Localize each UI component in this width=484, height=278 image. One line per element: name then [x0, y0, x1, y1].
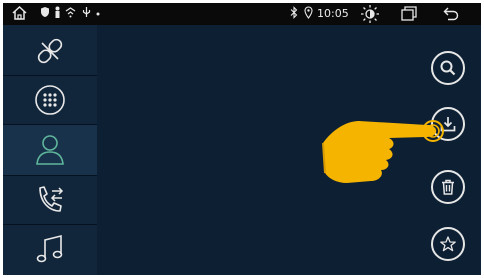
usb-icon [82, 7, 91, 17]
search-button[interactable] [431, 51, 465, 85]
back-icon[interactable] [443, 6, 459, 21]
music-icon [36, 234, 63, 263]
location-icon [304, 6, 313, 19]
recent-apps-icon[interactable] [401, 6, 417, 21]
sidebar-item-link[interactable] [3, 27, 97, 76]
contacts-icon [36, 135, 64, 165]
call-log-icon [39, 186, 64, 212]
sidebar [3, 25, 99, 275]
dot-icon [96, 12, 100, 16]
search-icon [440, 60, 456, 76]
favorite-button[interactable] [431, 227, 465, 261]
star-icon [440, 236, 456, 252]
link-icon [37, 38, 63, 64]
bluetooth-icon [290, 6, 298, 19]
person-icon [55, 6, 60, 18]
sidebar-item-music[interactable] [3, 225, 97, 273]
clock-time: 10:05 [317, 7, 349, 20]
dialpad-icon [35, 85, 65, 115]
home-icon[interactable] [11, 5, 28, 21]
sidebar-item-dialpad[interactable] [3, 76, 97, 125]
brightness-icon[interactable] [360, 4, 380, 24]
sidebar-item-contacts[interactable] [3, 125, 99, 176]
shield-icon [41, 7, 49, 17]
signal-icon [65, 7, 76, 18]
status-bar: 10:05 [3, 3, 481, 25]
pointing-hand-icon [322, 120, 444, 183]
phone-app-screen: 10:05 [3, 3, 481, 275]
sidebar-item-call-log[interactable] [3, 176, 97, 225]
